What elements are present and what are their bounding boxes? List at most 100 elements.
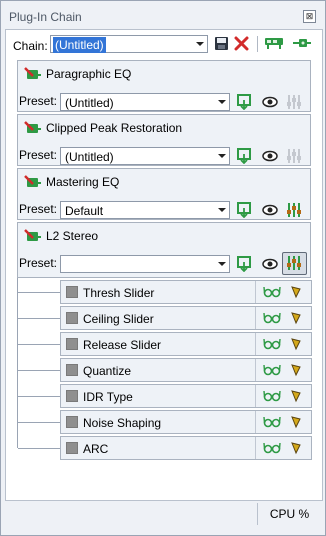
glasses-icon[interactable] (263, 416, 281, 428)
sliders-disabled-icon[interactable] (285, 93, 303, 111)
parameter-label: Thresh Slider (83, 286, 155, 300)
tree-connector (18, 292, 60, 293)
parameter-row[interactable]: IDR Type (60, 384, 312, 408)
plugin-insert-icon[interactable] (237, 202, 253, 218)
tree-connector (18, 448, 60, 449)
parameter-divider (255, 307, 256, 329)
automation-icon[interactable] (290, 363, 302, 377)
preset-select[interactable]: (Untitled) (60, 147, 230, 165)
chain-select-value: (Untitled) (53, 37, 106, 53)
insert-plugin-icon[interactable] (264, 36, 284, 51)
chain-panel: Chain: (Untitled) Paragraphic EQ Preset:… (5, 29, 323, 501)
title-bar[interactable]: Plug-In Chain ⊠ (1, 1, 325, 28)
glasses-icon[interactable] (263, 364, 281, 376)
sliders-icon[interactable] (285, 201, 303, 219)
plugin-bypass-icon[interactable] (24, 229, 42, 245)
parameter-checkbox[interactable] (66, 364, 78, 376)
parameter-label: Release Slider (83, 338, 162, 352)
plugin-panel: L2 Stereo Preset: (17, 222, 311, 278)
preset-select[interactable]: (Untitled) (60, 93, 230, 111)
preset-label: Preset: (19, 202, 58, 216)
parameter-checkbox[interactable] (66, 390, 78, 402)
parameter-label: IDR Type (83, 390, 133, 404)
preset-label: Preset: (19, 148, 58, 162)
preset-label: Preset: (19, 256, 58, 270)
add-plugin-icon[interactable] (292, 36, 312, 51)
parameter-row[interactable]: Ceiling Slider (60, 306, 312, 330)
parameter-label: ARC (83, 442, 109, 456)
chevron-down-icon (218, 154, 226, 158)
preset-select[interactable]: Default (60, 201, 230, 219)
glasses-icon[interactable] (263, 338, 281, 350)
eye-icon[interactable] (262, 96, 278, 108)
eye-icon[interactable] (262, 150, 278, 162)
tree-connector (18, 344, 60, 345)
cpu-usage-label: CPU % (257, 503, 321, 525)
preset-select-value: (Untitled) (65, 96, 114, 110)
glasses-icon[interactable] (263, 312, 281, 324)
parameter-row[interactable]: Noise Shaping (60, 410, 312, 434)
chain-select[interactable]: (Untitled) (50, 35, 208, 53)
parameter-divider (255, 385, 256, 407)
parameter-row[interactable]: ARC (60, 436, 312, 460)
plugin-insert-icon[interactable] (237, 94, 253, 110)
chevron-down-icon (218, 100, 226, 104)
parameter-label: Noise Shaping (83, 416, 162, 430)
parameter-checkbox[interactable] (66, 312, 78, 324)
parameter-checkbox[interactable] (66, 416, 78, 428)
automation-icon[interactable] (290, 389, 302, 403)
plugin-chain-window: Plug-In Chain ⊠ Chain: (Untitled) Paragr… (0, 0, 326, 536)
parameter-row[interactable]: Thresh Slider (60, 280, 312, 304)
plugin-name[interactable]: Mastering EQ (46, 175, 119, 189)
preset-select[interactable] (60, 255, 230, 273)
chevron-down-icon (218, 208, 226, 212)
automation-icon[interactable] (290, 311, 302, 325)
plugin-panel: Paragraphic EQ Preset: (Untitled) (17, 60, 311, 112)
parameter-checkbox[interactable] (66, 286, 78, 298)
parameter-row[interactable]: Release Slider (60, 332, 312, 356)
eye-icon[interactable] (262, 204, 278, 216)
parameter-checkbox[interactable] (66, 338, 78, 350)
automation-icon[interactable] (290, 441, 302, 455)
parameter-row[interactable]: Quantize (60, 358, 312, 382)
parameter-checkbox[interactable] (66, 442, 78, 454)
glasses-icon[interactable] (263, 286, 281, 298)
plugin-bypass-icon[interactable] (24, 121, 42, 137)
plugin-bypass-icon[interactable] (24, 67, 42, 83)
tree-connector (18, 396, 60, 397)
plugin-panel: Clipped Peak Restoration Preset: (Untitl… (17, 114, 311, 166)
preset-select-value: (Untitled) (65, 150, 114, 164)
save-icon[interactable] (214, 36, 229, 51)
preset-label: Preset: (19, 94, 58, 108)
plugin-name[interactable]: Clipped Peak Restoration (46, 121, 182, 135)
toolbar-separator (257, 36, 258, 52)
parameter-divider (255, 333, 256, 355)
plugin-name[interactable]: Paragraphic EQ (46, 67, 131, 81)
chevron-down-icon (196, 42, 204, 46)
tree-connector (18, 422, 60, 423)
chevron-down-icon (218, 262, 226, 266)
sliders-disabled-icon[interactable] (285, 147, 303, 165)
plugin-name[interactable]: L2 Stereo (46, 229, 98, 243)
delete-icon[interactable] (234, 36, 249, 51)
chain-label: Chain: (13, 39, 48, 53)
preset-select-value (63, 257, 67, 259)
parameter-label: Ceiling Slider (83, 312, 154, 326)
tree-connector (18, 318, 60, 319)
glasses-icon[interactable] (263, 390, 281, 402)
parameter-divider (255, 359, 256, 381)
sliders-active-icon (287, 256, 301, 270)
glasses-icon[interactable] (263, 442, 281, 454)
parameter-divider (255, 411, 256, 433)
window-title: Plug-In Chain (9, 10, 82, 24)
plugin-insert-icon[interactable] (237, 148, 253, 164)
plugin-insert-icon[interactable] (237, 256, 253, 272)
eye-icon[interactable] (262, 258, 278, 270)
plugin-bypass-icon[interactable] (24, 175, 42, 191)
params-toggle-button[interactable] (282, 252, 307, 275)
automation-icon[interactable] (290, 415, 302, 429)
close-button[interactable]: ⊠ (303, 10, 316, 23)
automation-icon[interactable] (290, 337, 302, 351)
plugin-panel: Mastering EQ Preset: Default (17, 168, 311, 220)
automation-icon[interactable] (290, 285, 302, 299)
